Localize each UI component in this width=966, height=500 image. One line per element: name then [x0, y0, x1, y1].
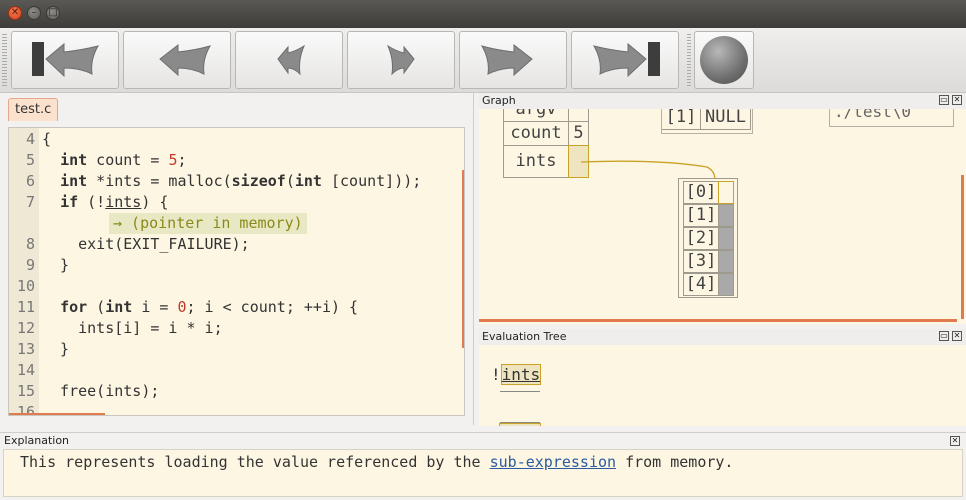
stop-button[interactable]: [694, 31, 754, 89]
array-index-cell: [4]: [683, 273, 719, 296]
step-back-large-button[interactable]: [123, 31, 231, 89]
horizontal-scrollbar[interactable]: [9, 413, 105, 415]
array-index-cell: [3]: [683, 250, 719, 273]
float-eval-tree-button[interactable]: ▭: [939, 331, 949, 341]
graph-vertical-scrollbar[interactable]: [961, 175, 964, 319]
maximize-window-button[interactable]: □: [46, 6, 60, 20]
maximize-icon: □: [48, 7, 58, 18]
step-back-small-icon: [277, 44, 306, 76]
graph-dock: Graph ▭ ✕ argv count 5 ints [1] NULL ./te…: [479, 93, 966, 324]
step-forward-large-button[interactable]: [459, 31, 567, 89]
close-graph-button[interactable]: ✕: [952, 95, 962, 105]
graph-horizontal-scrollbar[interactable]: [479, 319, 957, 322]
tab-test-c[interactable]: test.c: [8, 98, 59, 121]
step-forward-small-icon: [386, 44, 415, 76]
step-forward-small-button[interactable]: [347, 31, 455, 89]
evaluation-tree-canvas: !ints: [479, 345, 966, 426]
step-forward-large-icon: [480, 43, 533, 77]
editor-panel: test.c 4{ 5 int count = 5; 6 int *ints =…: [0, 93, 474, 425]
sub-expression-link[interactable]: sub-expression: [490, 453, 616, 471]
close-explanation-button[interactable]: ✕: [950, 436, 960, 446]
array-index-cell: [2]: [683, 227, 719, 250]
graph-title: Graph ▭ ✕: [479, 93, 966, 109]
toolbar: [0, 28, 966, 93]
memory-graph: argv count 5 ints [1] NULL ./test\0 [0] …: [479, 109, 966, 324]
step-to-start-button[interactable]: [11, 31, 119, 89]
float-graph-button[interactable]: ▭: [939, 95, 949, 105]
explanation-title: Explanation: [4, 434, 70, 447]
eval-node-operand[interactable]: ints: [500, 364, 542, 385]
array-value-cell: [718, 181, 734, 204]
window-titlebar: ✕ – □: [0, 0, 966, 28]
minimize-window-button[interactable]: –: [27, 6, 41, 20]
explanation-text: This represents loading the value refere…: [3, 449, 963, 497]
step-back-large-icon: [159, 43, 212, 77]
step-to-end-icon: [592, 42, 660, 78]
toolbar-separator: [687, 34, 691, 88]
eval-node-not[interactable]: !ints: [491, 364, 542, 385]
stop-ball-icon: [700, 36, 748, 84]
close-eval-tree-button[interactable]: ✕: [952, 331, 962, 341]
minimize-icon: –: [31, 7, 37, 18]
array-value-cell: [718, 227, 734, 250]
array-index-cell: [0]: [683, 181, 719, 204]
step-to-end-button[interactable]: [571, 31, 679, 89]
step-to-start-icon: [32, 42, 100, 78]
evaluation-tree-title: Evaluation Tree ▭ ✕: [479, 329, 966, 345]
pointer-annotation: → (pointer in memory): [9, 213, 464, 234]
vertical-scrollbar[interactable]: [462, 170, 464, 348]
eval-node-child[interactable]: [499, 423, 541, 426]
eval-tree-rule: [500, 391, 540, 392]
explanation-panel: Explanation ✕ This represents loading th…: [0, 432, 966, 500]
close-icon: ✕: [10, 7, 20, 18]
step-back-small-button[interactable]: [235, 31, 343, 89]
array-value-cell: [718, 273, 734, 296]
toolbar-grip[interactable]: [2, 34, 7, 88]
source-editor[interactable]: 4{ 5 int count = 5; 6 int *ints = malloc…: [8, 127, 465, 416]
array-value-cell: [718, 250, 734, 273]
evaluation-tree-dock: Evaluation Tree ▭ ✕ !ints: [479, 329, 966, 426]
array-index-cell: [1]: [683, 204, 719, 227]
close-window-button[interactable]: ✕: [8, 6, 22, 20]
array-value-cell: [718, 204, 734, 227]
